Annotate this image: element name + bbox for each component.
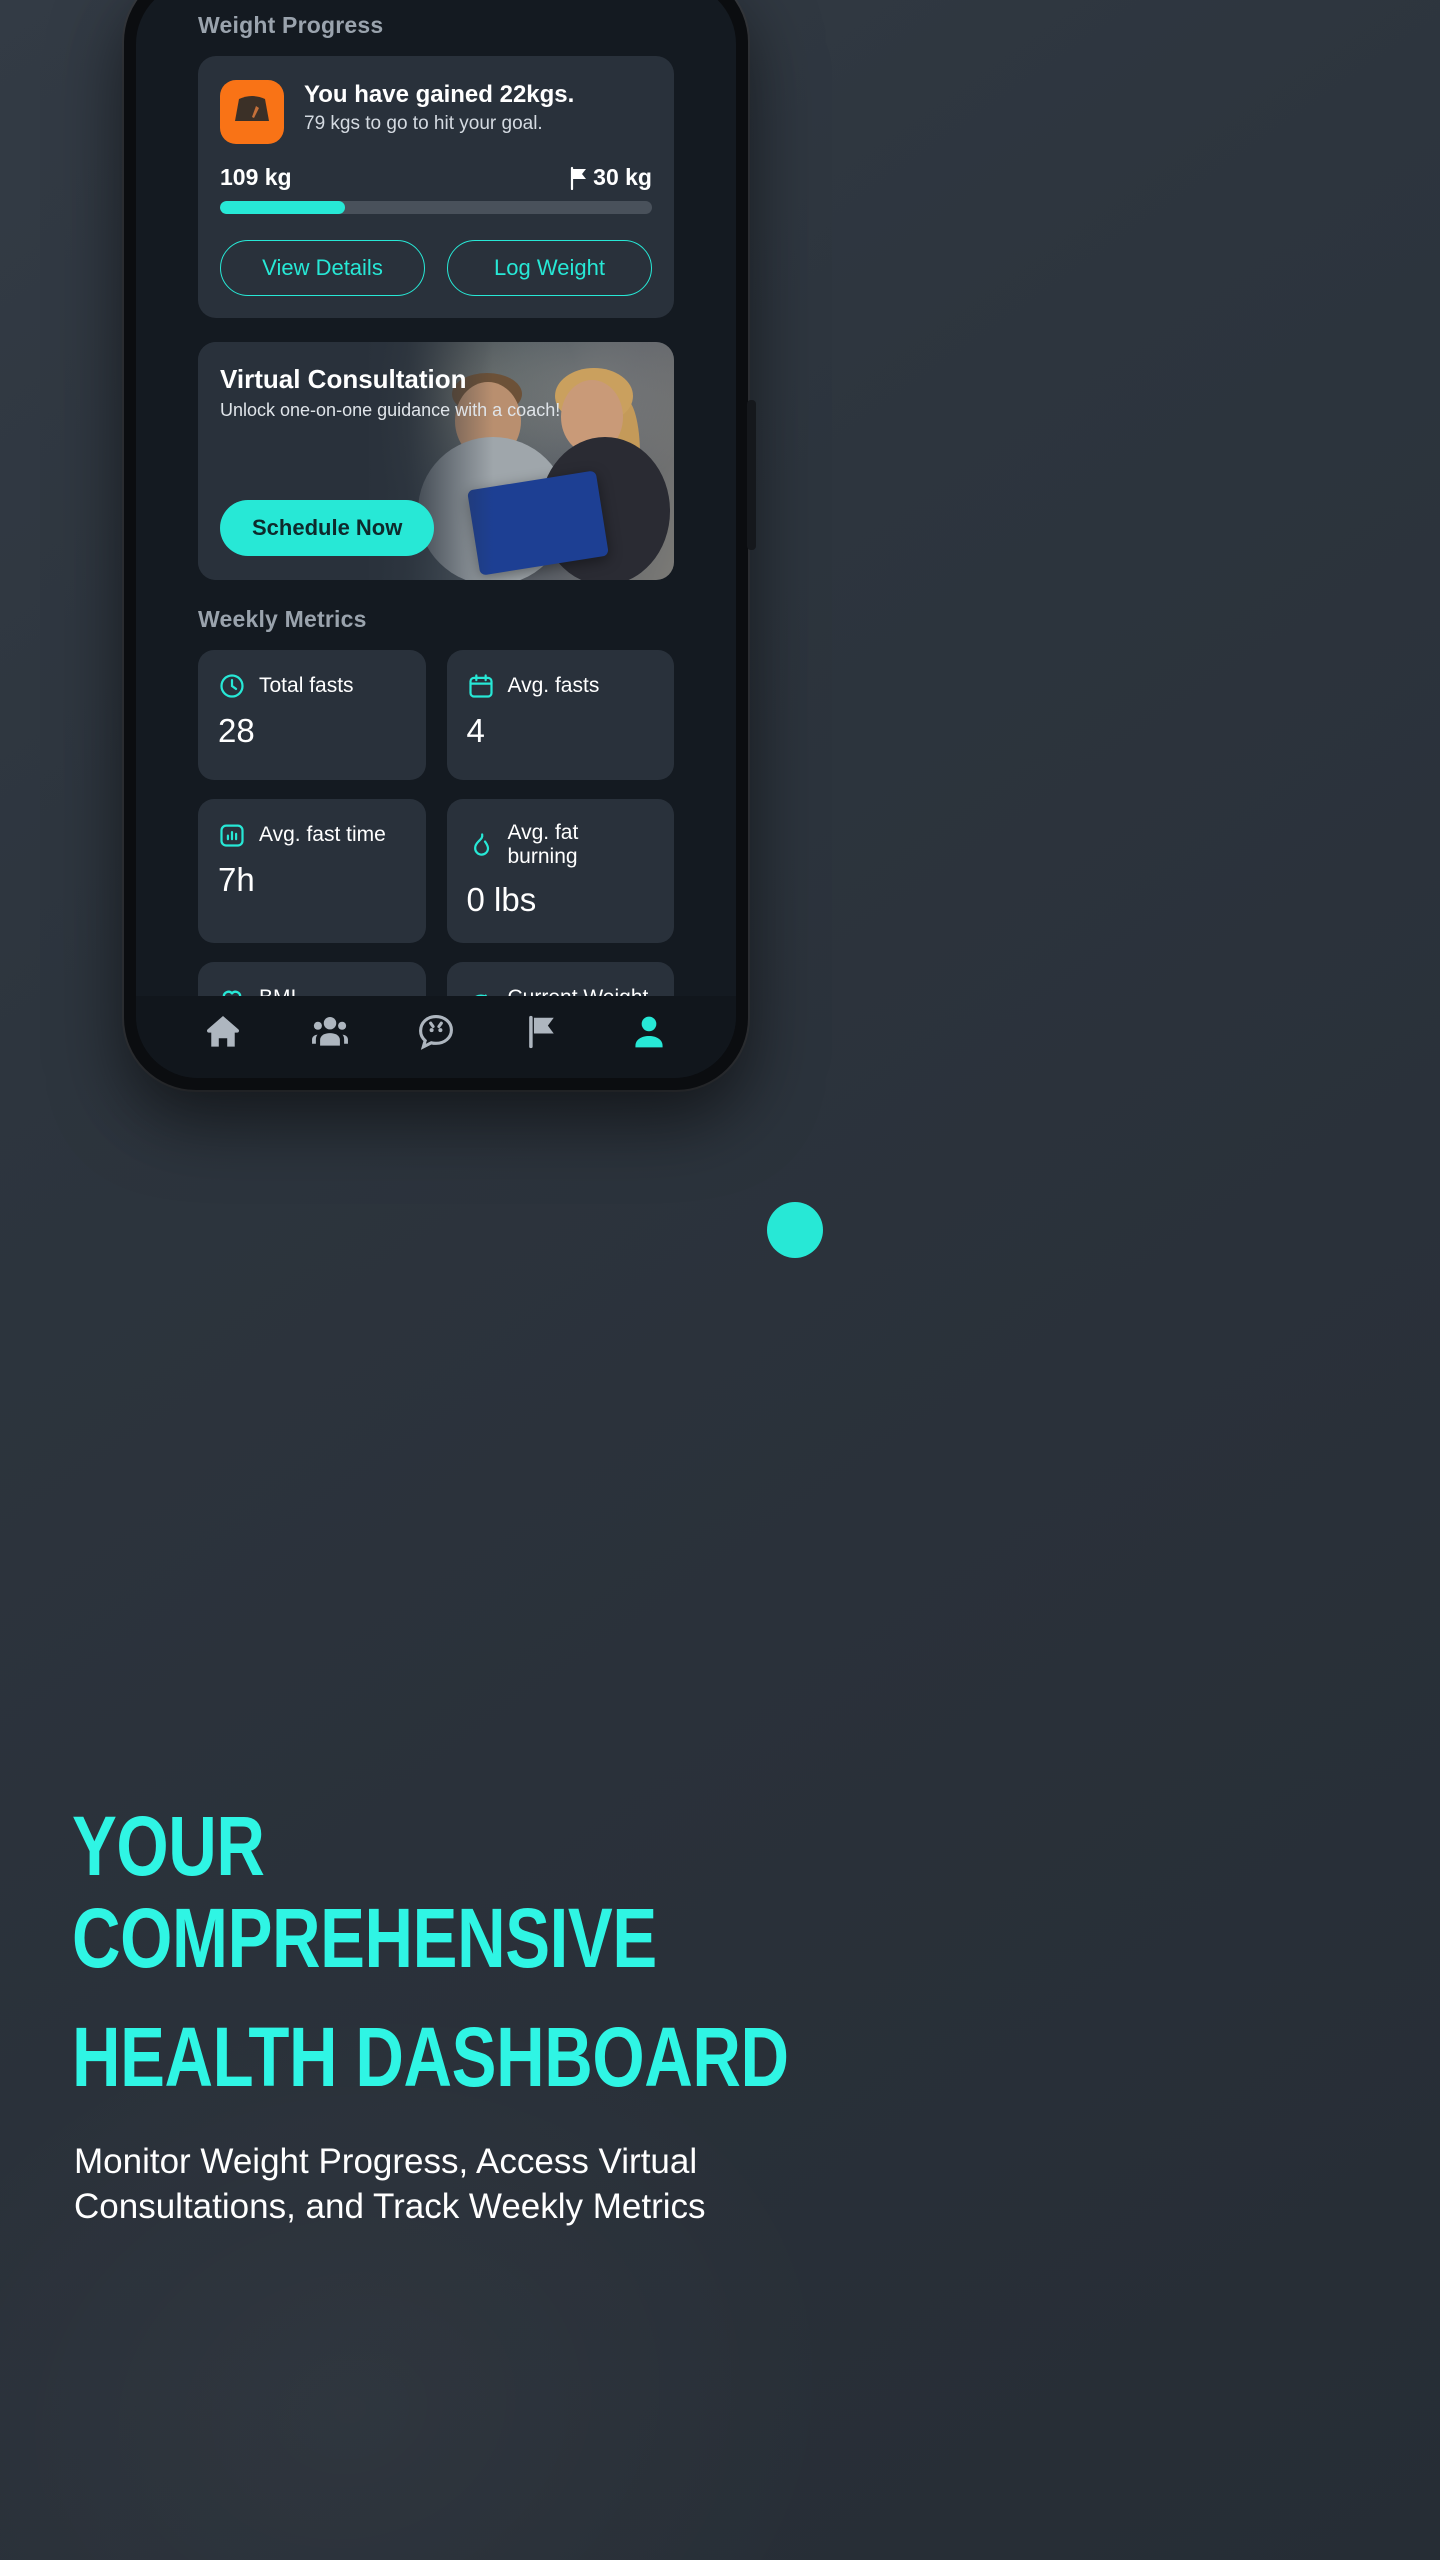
goal-weight-value: 30 kg xyxy=(593,164,652,190)
metric-label: BMI xyxy=(259,986,296,996)
metric-card-current-weight[interactable]: Current Weight xyxy=(446,962,674,996)
schedule-now-button[interactable]: Schedule Now xyxy=(220,500,435,556)
metric-card-avg-fast-time[interactable]: Avg. fast time 7h xyxy=(198,799,426,943)
nav-goals[interactable] xyxy=(520,1010,564,1054)
home-icon xyxy=(207,1016,240,1047)
goal-weight-wrap: 30 kg xyxy=(568,164,652,191)
view-details-button[interactable]: View Details xyxy=(220,240,425,296)
weight-headline: You have gained 22kgs. xyxy=(304,81,575,108)
virtual-consultation-card[interactable]: Virtual Consultation Unlock one-on-one g… xyxy=(198,342,674,580)
weight-progress-track xyxy=(220,201,652,214)
gauge-icon xyxy=(474,994,487,996)
metric-card-avg-fat-burning[interactable]: Avg. fat burning 0 lbs xyxy=(446,799,674,943)
weight-progress-fill xyxy=(220,201,346,214)
nav-profile[interactable] xyxy=(627,1010,671,1054)
nav-home[interactable] xyxy=(201,1010,245,1054)
phone-power-button xyxy=(747,400,756,550)
nav-chat[interactable] xyxy=(414,1010,458,1054)
clock-icon xyxy=(220,674,244,698)
consultation-title: Virtual Consultation xyxy=(220,364,467,394)
marketing-subheadline: Monitor Weight Progress, Access Virtual … xyxy=(74,2142,706,2226)
metric-value: 0 lbs xyxy=(466,881,537,918)
bar-chart-icon xyxy=(220,824,244,847)
current-weight-value: 109 kg xyxy=(220,164,292,190)
bottom-navigation xyxy=(136,996,736,1078)
phone-mockup: Weight Progress You have gained 22kgs. 7… xyxy=(124,0,756,1090)
flag-icon xyxy=(529,1015,555,1049)
metric-value: 7h xyxy=(218,861,255,898)
weekly-metrics-grid: Total fasts 28 Avg. fasts 4 Avg. fast ti… xyxy=(198,650,674,996)
headline-line-1: Your Comprehensive xyxy=(72,1799,657,1986)
calendar-icon xyxy=(468,674,493,698)
nav-community[interactable] xyxy=(308,1010,352,1054)
weight-progress-card: You have gained 22kgs. 79 kgs to go to h… xyxy=(198,56,674,318)
heart-icon xyxy=(222,990,242,996)
metric-label: Current Weight xyxy=(508,986,649,996)
headline-line-2: Health Dashboard xyxy=(72,2009,789,2104)
metric-label: Avg. fat burning xyxy=(507,821,579,868)
weekly-metrics-title: Weekly Metrics xyxy=(198,606,367,632)
person-icon xyxy=(635,1016,663,1048)
flag-icon xyxy=(571,166,587,190)
weight-subline: 79 kgs to go to hit your goal. xyxy=(304,113,543,135)
consultation-subtitle: Unlock one-on-one guidance with a coach! xyxy=(220,400,561,420)
metric-card-total-fasts[interactable]: Total fasts 28 xyxy=(198,650,426,780)
accent-dot xyxy=(767,1202,823,1258)
metric-label: Avg. fasts xyxy=(507,674,600,697)
metric-value: 4 xyxy=(466,712,485,749)
weight-progress-title: Weight Progress xyxy=(198,12,384,38)
metric-card-bmi[interactable]: BMI xyxy=(198,962,426,996)
chat-icon xyxy=(419,1015,453,1050)
metric-label: Total fasts xyxy=(259,674,354,697)
weight-scale-icon xyxy=(220,80,284,144)
phone-frame: Weight Progress You have gained 22kgs. 7… xyxy=(124,0,756,1090)
metric-value: 28 xyxy=(218,712,255,749)
marketing-headline: Your Comprehensive Health Dashboard xyxy=(72,1800,792,2103)
phone-screen: Weight Progress You have gained 22kgs. 7… xyxy=(136,0,736,1078)
flame-icon xyxy=(473,833,489,856)
metric-card-avg-fasts[interactable]: Avg. fasts 4 xyxy=(446,650,674,780)
log-weight-button[interactable]: Log Weight xyxy=(447,240,652,296)
metric-label: Avg. fast time xyxy=(259,823,386,846)
app-scroll-area[interactable]: Weight Progress You have gained 22kgs. 7… xyxy=(136,0,736,996)
people-icon xyxy=(311,1016,348,1046)
